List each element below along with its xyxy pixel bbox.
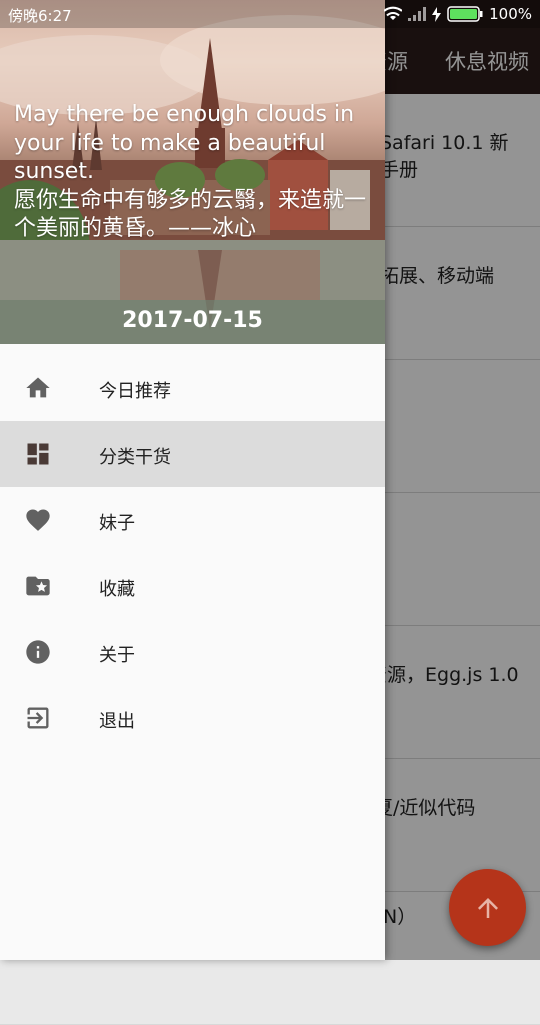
- menu-item-label: 妹子: [99, 513, 135, 534]
- battery-percent: 100%: [489, 5, 532, 23]
- dashboard-icon: [27, 443, 49, 465]
- header-quote: May there be enough clouds in your life …: [14, 102, 367, 241]
- menu-item-label: 分类干货: [99, 447, 171, 468]
- status-icons: 100%: [384, 5, 532, 23]
- status-time: 傍晚6:27: [8, 7, 72, 25]
- heart-icon: [26, 509, 50, 531]
- battery-icon: [447, 6, 483, 22]
- home-icon: [26, 377, 50, 398]
- info-icon: [26, 640, 50, 664]
- menu-item-label: 今日推荐: [99, 381, 171, 402]
- signal-icon: [408, 7, 427, 21]
- scroll-to-top-button[interactable]: [449, 869, 526, 946]
- navigation-drawer: May there be enough clouds in your life …: [0, 0, 385, 960]
- menu-item-label: 收藏: [99, 579, 135, 600]
- menu-item-exit[interactable]: 退出: [0, 685, 385, 751]
- drawer-header: May there be enough clouds in your life …: [0, 0, 385, 344]
- menu-item-about[interactable]: 关于: [0, 619, 385, 685]
- menu-item-girls[interactable]: 妹子: [0, 487, 385, 553]
- menu-item-label: 关于: [99, 645, 135, 666]
- status-bar: 傍晚6:27 100%: [0, 0, 540, 28]
- header-date: 2017-07-15: [122, 308, 263, 333]
- exit-icon: [27, 707, 49, 729]
- arrow-up-icon: [477, 897, 498, 918]
- menu-item-categories[interactable]: 分类干货: [0, 421, 385, 487]
- folder-star-icon: [26, 576, 50, 596]
- menu-item-label: 退出: [99, 711, 135, 732]
- drawer-menu: 今日推荐 分类干货 妹子 收藏 关于 退出: [0, 355, 385, 751]
- menu-item-favorites[interactable]: 收藏: [0, 553, 385, 619]
- charging-icon: [432, 6, 442, 22]
- menu-item-today[interactable]: 今日推荐: [0, 355, 385, 421]
- wifi-icon: [384, 6, 403, 20]
